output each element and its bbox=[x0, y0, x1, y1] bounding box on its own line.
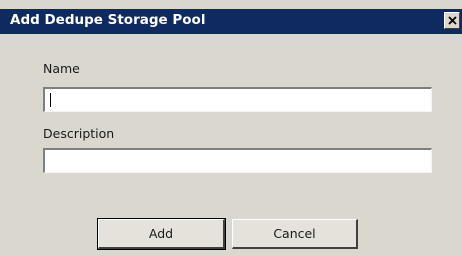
name-label: Name bbox=[43, 61, 80, 76]
close-icon bbox=[447, 16, 457, 25]
add-dedupe-storage-pool-dialog: Add Dedupe Storage Pool Name Description… bbox=[0, 0, 462, 256]
description-input[interactable] bbox=[43, 148, 432, 173]
text-caret bbox=[50, 93, 51, 107]
cancel-button[interactable]: Cancel bbox=[232, 219, 358, 249]
close-button[interactable] bbox=[444, 12, 460, 29]
dialog-title: Add Dedupe Storage Pool bbox=[10, 12, 206, 28]
add-button[interactable]: Add bbox=[97, 218, 226, 250]
description-label: Description bbox=[43, 126, 115, 141]
name-input[interactable] bbox=[43, 87, 432, 112]
title-bar[interactable]: Add Dedupe Storage Pool bbox=[0, 9, 462, 34]
